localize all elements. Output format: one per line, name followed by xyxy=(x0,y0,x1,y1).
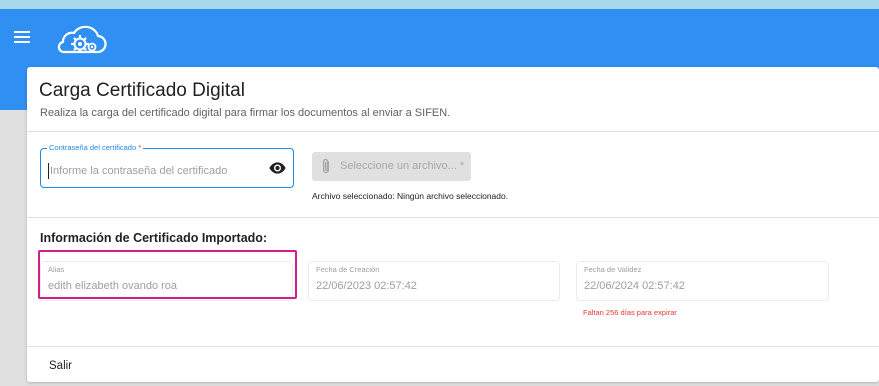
validity-date-field: Fecha de Validez 22/06/2024 02:57:42 xyxy=(576,261,829,301)
section-divider xyxy=(27,217,879,218)
select-file-label: Seleccione un archivo... * xyxy=(340,160,465,172)
select-file-button[interactable]: Seleccione un archivo... * xyxy=(312,152,471,181)
password-field[interactable]: Contraseña del certificado * xyxy=(40,143,294,188)
expiry-note: Faltan 256 días para expirar xyxy=(583,308,677,317)
validity-date-value: 22/06/2024 02:57:42 xyxy=(584,280,685,292)
alias-highlight-box xyxy=(38,250,297,299)
creation-date-value: 22/06/2023 02:57:42 xyxy=(316,280,417,292)
required-mark: * xyxy=(138,143,142,152)
exit-button[interactable]: Salir xyxy=(49,360,72,372)
top-strip xyxy=(0,0,879,9)
password-input[interactable] xyxy=(48,163,258,179)
footer-divider xyxy=(27,346,879,347)
validity-date-label: Fecha de Validez xyxy=(584,265,642,274)
header-divider xyxy=(27,131,879,132)
selected-file-status: Archivo seleccionado: Ningún archivo sel… xyxy=(312,191,509,201)
paperclip-icon xyxy=(322,158,330,174)
creation-date-field: Fecha de Creación 22/06/2023 02:57:42 xyxy=(308,261,560,301)
menu-icon[interactable] xyxy=(14,31,30,45)
creation-date-label: Fecha de Creación xyxy=(316,265,380,274)
password-label: Contraseña del certificado * xyxy=(47,143,144,152)
page-subtitle: Realiza la carga del certificado digital… xyxy=(40,107,451,119)
eye-icon[interactable] xyxy=(269,161,286,175)
imported-section-title: Información de Certificado Importado: xyxy=(40,231,268,245)
cloud-gears-logo xyxy=(57,25,107,54)
certificate-card: Carga Certificado Digital Realiza la car… xyxy=(27,67,879,382)
page-title: Carga Certificado Digital xyxy=(39,80,245,101)
